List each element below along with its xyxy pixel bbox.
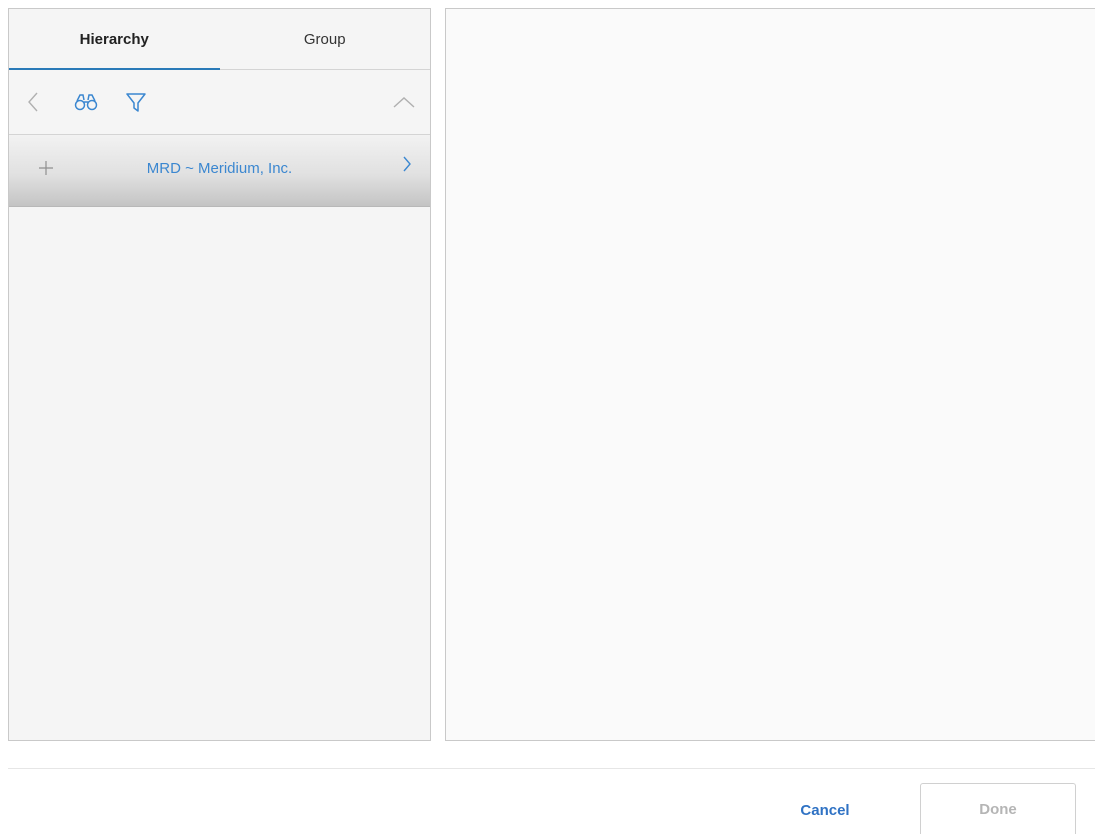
back-button[interactable]: [21, 70, 45, 134]
nav-tabs: Hierarchy Group: [9, 9, 430, 70]
filter-button[interactable]: [121, 70, 151, 134]
cancel-button[interactable]: Cancel: [780, 788, 870, 832]
content-panel: [445, 8, 1095, 741]
plus-icon: [39, 161, 53, 175]
tab-group[interactable]: Group: [220, 9, 431, 69]
tree-item-mrd[interactable]: MRD ~ Meridium, Inc.: [9, 135, 430, 207]
done-button[interactable]: Done: [920, 783, 1076, 834]
nav-toolbar: [9, 70, 430, 135]
drill-down-button[interactable]: [398, 153, 416, 175]
collapse-button[interactable]: [390, 70, 418, 134]
navigation-panel: Hierarchy Group MRD ~ Meridium, Inc.: [8, 8, 431, 741]
expand-button[interactable]: [35, 157, 57, 179]
funnel-icon: [126, 93, 146, 112]
chevron-up-icon: [393, 97, 415, 108]
footer-divider: [8, 768, 1095, 769]
tree-item-label: MRD ~ Meridium, Inc.: [146, 159, 293, 177]
chevron-right-icon: [403, 156, 411, 172]
chevron-left-icon: [28, 92, 38, 112]
search-button[interactable]: [69, 70, 103, 134]
binoculars-icon: [74, 94, 98, 111]
tab-hierarchy[interactable]: Hierarchy: [9, 9, 220, 70]
